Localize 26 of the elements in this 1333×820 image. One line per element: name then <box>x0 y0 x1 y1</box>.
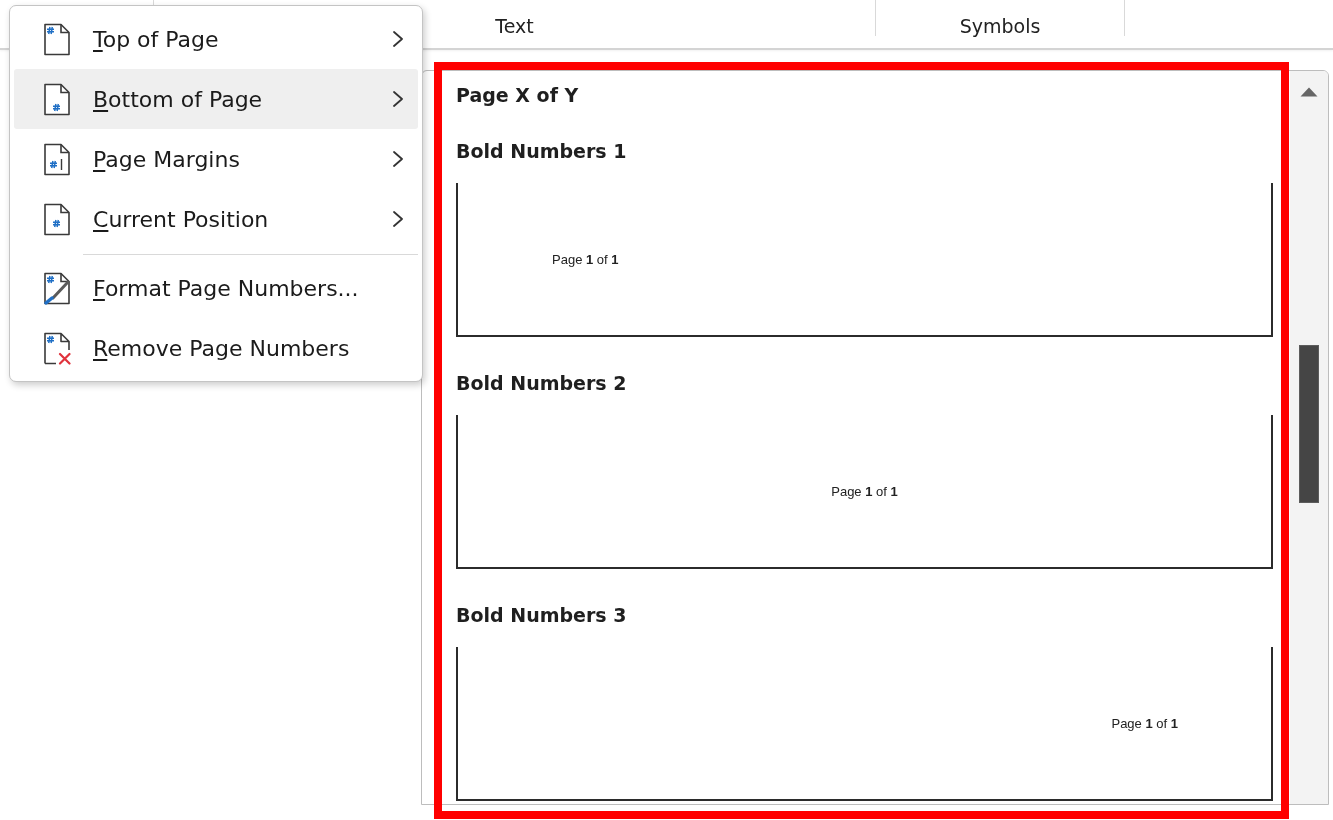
gallery-item-title: Bold Numbers 3 <box>456 603 628 628</box>
page-cross-icon <box>43 331 71 365</box>
menu-item[interactable]: Page Margins <box>14 129 418 189</box>
page-hash-top-icon <box>43 22 71 56</box>
scrollbar-thumb[interactable] <box>1299 345 1319 503</box>
page-preview[interactable]: Page 1 of 1 <box>456 415 1273 569</box>
ribbon-group-label: Text <box>495 15 534 37</box>
ribbon-group-label: Symbols <box>959 15 1041 37</box>
page-number-text: Page 1 of 1 <box>831 483 898 499</box>
page-brush-icon <box>43 271 71 305</box>
page-number-text: Page 1 of 1 <box>552 251 619 267</box>
menu-item[interactable]: Top of Page <box>14 9 418 69</box>
page-hash-icon <box>43 202 71 236</box>
page-hash-bottom-icon <box>43 82 71 116</box>
page-number-text: Page 1 of 1 <box>1111 715 1178 731</box>
menu-item[interactable]: Format Page Numbers... <box>14 258 418 318</box>
menu-item[interactable]: Remove Page Numbers <box>14 318 418 378</box>
menu-item[interactable]: Current Position <box>14 189 418 249</box>
gallery-item-title: Bold Numbers 1 <box>456 139 628 164</box>
page-preview[interactable]: Page 1 of 1 <box>456 647 1273 801</box>
page-preview[interactable]: Page 1 of 1 <box>456 183 1273 337</box>
gallery-category-header: Page X of Y <box>456 83 580 108</box>
menu-item[interactable]: Bottom of Page <box>14 69 418 129</box>
page-hash-side-icon <box>43 142 71 176</box>
gallery-item-title: Bold Numbers 2 <box>456 371 628 396</box>
arrow-up-icon[interactable] <box>1300 87 1318 97</box>
